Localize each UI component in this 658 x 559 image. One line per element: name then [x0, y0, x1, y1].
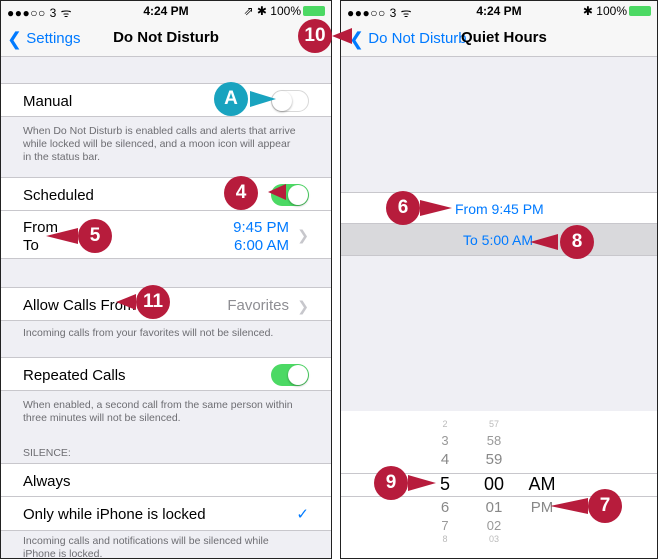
arrow-7	[550, 498, 588, 514]
callout-4: 4	[224, 176, 258, 210]
callout-9: 9	[374, 466, 408, 500]
callout-11: 11	[136, 285, 170, 319]
callout-8: 8	[560, 225, 594, 259]
callout-7: 7	[588, 489, 622, 523]
arrow-a	[250, 91, 276, 107]
arrow-11	[116, 294, 136, 310]
arrow-6	[420, 200, 452, 216]
arrow-9	[408, 475, 436, 491]
arrow-5	[46, 228, 78, 244]
callout-5: 5	[78, 219, 112, 253]
arrow-8	[530, 234, 558, 250]
arrow-10	[332, 28, 352, 44]
callout-10: 10	[298, 19, 332, 53]
arrow-4	[268, 184, 286, 200]
callout-a: A	[214, 82, 248, 116]
callout-arrows	[46, 28, 588, 514]
callout-6: 6	[386, 191, 420, 225]
